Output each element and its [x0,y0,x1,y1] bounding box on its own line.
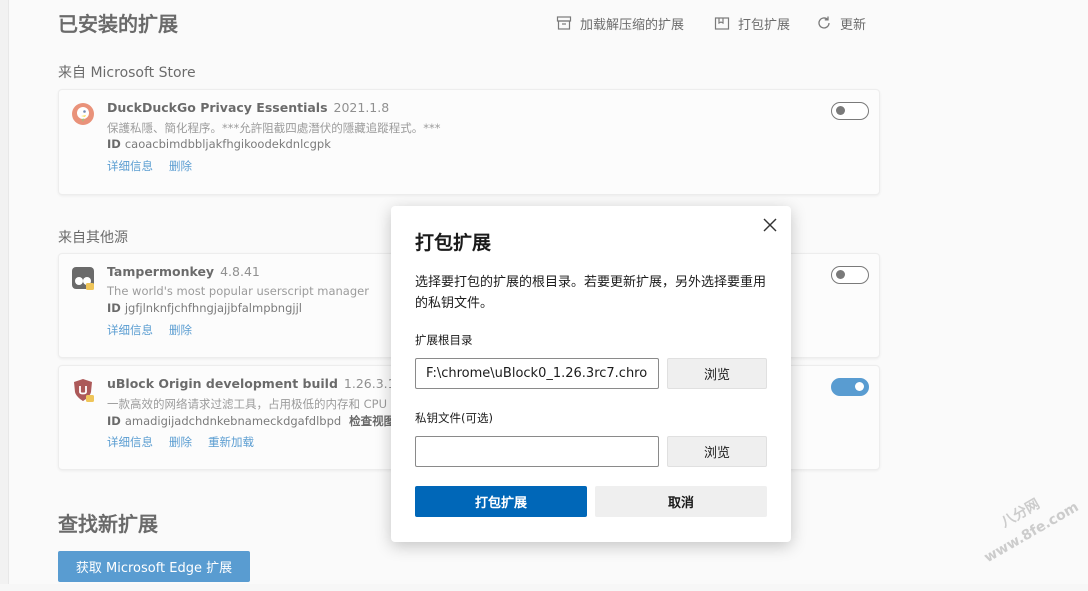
root-dir-label: 扩展根目录 [415,333,473,347]
pack-extension-dialog: 打包扩展 选择要打包的扩展的根目录。若要更新扩展，另外选择要重用的私钥文件。 扩… [391,206,791,542]
root-dir-input[interactable] [415,358,659,389]
key-file-label: 私钥文件(可选) [415,411,493,425]
dialog-description: 选择要打包的扩展的根目录。若要更新扩展，另外选择要重用的私钥文件。 [415,275,767,311]
cancel-button[interactable]: 取消 [595,486,767,517]
dialog-title: 打包扩展 [415,232,492,254]
browse-key-button[interactable]: 浏览 [667,436,767,467]
browse-root-button[interactable]: 浏览 [667,358,767,389]
key-file-input[interactable] [415,436,659,467]
close-icon[interactable] [761,216,779,234]
pack-button[interactable]: 打包扩展 [415,486,587,517]
